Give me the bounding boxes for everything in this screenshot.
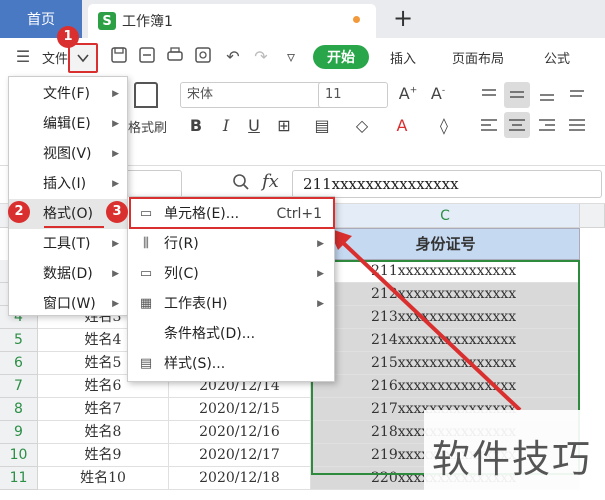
menu-item-view[interactable]: 视图(V) ▶: [9, 139, 127, 169]
submenu-arrow-icon: ▶: [317, 299, 324, 309]
submenu-item-conditional-format[interactable]: 条件格式(D)...: [128, 319, 334, 349]
step-badge-2: 2: [8, 201, 30, 223]
menu-item-label: 窗口(W): [43, 296, 96, 312]
submenu-item-column[interactable]: ▭ 列(C) ▶: [128, 259, 334, 289]
submenu-arrow-icon: ▶: [112, 239, 119, 249]
sheet-icon: ▦: [139, 296, 153, 311]
submenu-item-sheet[interactable]: ▦ 工作表(H) ▶: [128, 289, 334, 319]
menu-item-file[interactable]: 文件(F) ▶: [9, 79, 127, 109]
row-icon: ⫼: [143, 236, 149, 251]
menu-item-window[interactable]: 窗口(W) ▶: [9, 289, 127, 319]
submenu-item-label: 工作表(H): [164, 296, 228, 312]
submenu-arrow-icon: ▶: [112, 299, 119, 309]
submenu-item-label: 条件格式(D)...: [164, 326, 256, 342]
submenu-arrow-icon: ▶: [317, 239, 324, 249]
format-underline-highlight: [44, 226, 104, 228]
column-icon: ▭: [139, 266, 153, 281]
menu-item-tools[interactable]: 工具(T) ▶: [9, 229, 127, 259]
menu-item-edit[interactable]: 编辑(E) ▶: [9, 109, 127, 139]
menu-item-label: 格式(O): [43, 206, 93, 222]
submenu-arrow-icon: ▶: [112, 269, 119, 279]
watermark: 软件技巧: [432, 437, 593, 481]
step-badge-1: 1: [57, 26, 79, 48]
submenu-arrow-icon: ▶: [112, 179, 119, 189]
menu-item-label: 数据(D): [43, 266, 93, 282]
menu-item-label: 视图(V): [43, 146, 92, 162]
menu-item-label: 工具(T): [43, 236, 91, 252]
style-icon: ▤: [139, 356, 153, 371]
menu-item-data[interactable]: 数据(D) ▶: [9, 259, 127, 289]
menu-item-insert[interactable]: 插入(I) ▶: [9, 169, 127, 199]
submenu-arrow-icon: ▶: [112, 89, 119, 99]
cells-item-highlight: [129, 197, 335, 229]
menu-item-label: 插入(I): [43, 176, 87, 192]
submenu-arrow-icon: ▶: [112, 119, 119, 129]
submenu-item-label: 样式(S)...: [164, 356, 226, 372]
menu-item-label: 编辑(E): [43, 116, 91, 132]
submenu-arrow-icon: ▶: [112, 149, 119, 159]
submenu-arrow-icon: ▶: [317, 269, 324, 279]
step-badge-3: 3: [106, 201, 128, 223]
submenu-item-label: 行(R): [164, 236, 199, 252]
submenu-item-style[interactable]: ▤ 样式(S)...: [128, 349, 334, 379]
menu-item-label: 文件(F): [43, 86, 90, 102]
submenu-item-label: 列(C): [164, 266, 199, 282]
main-menu: 文件(F) ▶ 编辑(E) ▶ 视图(V) ▶ 插入(I) ▶ 格式(O) ▶ 工具(T)…: [8, 76, 128, 316]
submenu-item-row[interactable]: ⫼ 行(R) ▶: [128, 229, 334, 259]
